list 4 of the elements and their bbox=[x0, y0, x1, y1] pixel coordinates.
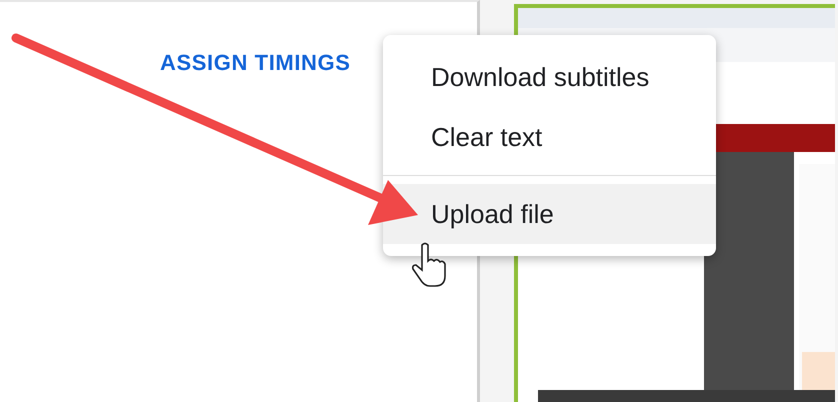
menu-item[interactable]: Clear text bbox=[383, 107, 716, 167]
assign-timings-button[interactable]: ASSIGN TIMINGS bbox=[160, 46, 351, 80]
menu-item[interactable]: Download subtitles bbox=[383, 47, 716, 107]
menu-item[interactable]: Upload file bbox=[383, 184, 716, 244]
